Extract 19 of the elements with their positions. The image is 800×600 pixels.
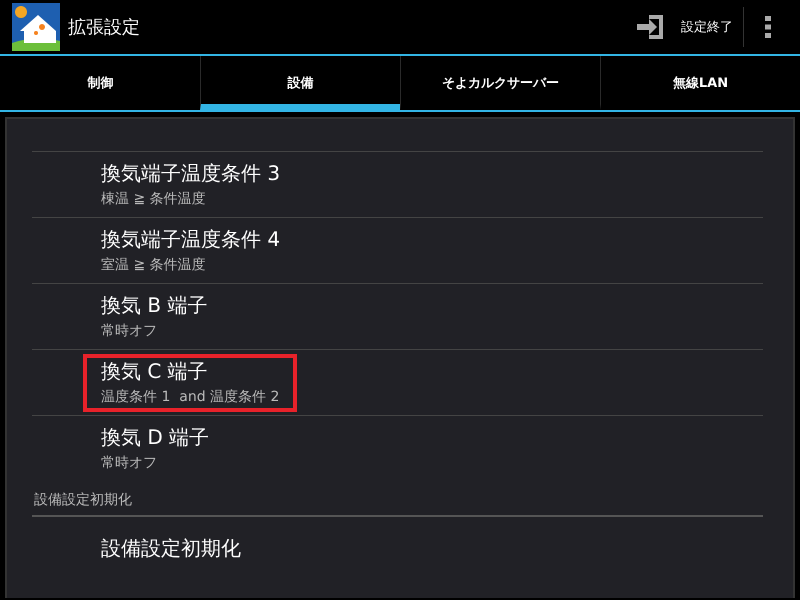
preference-title[interactable]: 設備設定初期化 (101, 535, 745, 562)
preference-title[interactable]: 換気端子温度条件 3 (101, 160, 280, 187)
preference-summary: 温度条件 1 and 温度条件 2 (101, 388, 280, 406)
preference-title[interactable]: 換気 C 端子 (101, 358, 280, 385)
tab[interactable]: そよカルクサーバー (400, 56, 600, 110)
preference-summary: 棟温 ≧ 条件温度 (101, 190, 207, 208)
tab[interactable]: 無線LAN (600, 56, 800, 110)
preference-title[interactable]: 換気 B 端子 (101, 292, 208, 319)
app-title: 拡張設定 (68, 16, 141, 39)
finish-settings-button[interactable]: 設定終了 (625, 7, 744, 47)
tab[interactable]: 設備 (200, 56, 400, 110)
preference-title[interactable]: 換気 D 端子 (101, 424, 210, 451)
tab[interactable]: 制御 (0, 56, 200, 110)
preference-summary: 常時オフ (101, 322, 158, 340)
preference-title[interactable]: 換気端子温度条件 4 (101, 226, 280, 253)
preference-summary: 常時オフ (101, 454, 158, 472)
preference-summary: 室温 ≧ 条件温度 (101, 256, 207, 274)
app-logo-icon (12, 3, 60, 51)
category-header: 設備設定初期化 (34, 492, 132, 508)
